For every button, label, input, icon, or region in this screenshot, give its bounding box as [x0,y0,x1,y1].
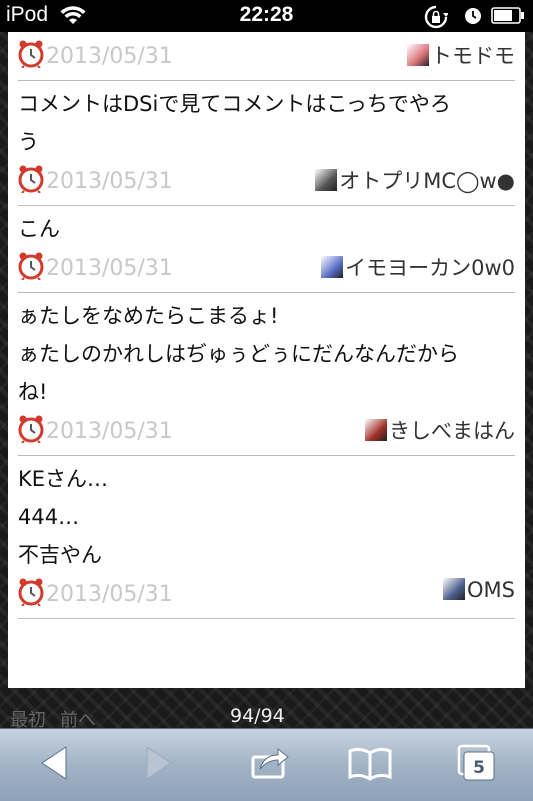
comment-author[interactable]: OMS [443,578,515,602]
comment-item: KEさん… 444… 不吉やん 2013/05/31 OMS [18,456,515,619]
comment-line: 444… [18,505,80,529]
comment-line: ぁたしのかれしはぢゅぅどぅにだんなんだから [18,342,459,366]
tabs-icon[interactable]: 5 [455,743,497,787]
browser-toolbar: 5 [0,728,533,801]
avatar [407,44,429,66]
clock-time: 22:28 [239,3,294,26]
author-name: イモヨーカン0w0 [345,256,515,280]
pagination: 最初 前へ 94/94 [0,700,533,731]
comment-line: こん [18,217,60,241]
date-text: 2013/05/31 [46,419,173,444]
rotation-lock-icon [424,5,449,33]
comment-line: ぁたしをなめたらこまるょ! [18,304,279,328]
comment-author[interactable]: イモヨーカン0w0 [321,252,515,282]
author-name: OMS [467,578,515,602]
comment-item: こん 2013/05/31 イモヨーカン0w0 [18,206,515,293]
comment-item: コメントはDSiで見てコメントはこっちでやろう 2013/05/31 オトプリMC◯… [18,81,515,206]
page-count: 94/94 [230,705,285,727]
alarm-clock-icon [18,252,44,281]
date-text: 2013/05/31 [46,256,173,281]
comment-author[interactable]: きしべまはん [365,415,515,445]
share-icon[interactable] [250,743,290,787]
comment-line: 不吉やん [18,543,102,567]
alarm-clock-icon [18,40,44,69]
alarm-clock-icon [18,578,44,607]
comment-date: 2013/05/31 [18,578,173,607]
back-icon[interactable] [38,743,68,787]
alarm-clock-icon [464,7,482,29]
comment-date: 2013/05/31 [18,40,173,69]
battery-icon [491,7,525,24]
bookmarks-icon[interactable] [348,743,392,787]
status-bar: iPod 22:28 [0,0,533,32]
alarm-clock-icon [18,415,44,444]
comment-line: ね! [18,380,48,404]
comment-author[interactable]: トモドモ [407,40,515,70]
date-text: 2013/05/31 [46,582,173,607]
comment-line: KEさん… [18,467,109,491]
comment-meta: 2013/05/31 オトプリMC◯w● [18,161,515,205]
comment-text: こん [18,206,515,248]
avatar [365,419,387,441]
comment-meta: 2013/05/31 きしべまはん [18,411,515,455]
forward-icon[interactable] [145,743,175,787]
comment-date: 2013/05/31 [18,415,173,444]
tabs-count: 5 [473,758,485,778]
avatar [321,256,344,278]
avatar [443,578,466,600]
author-name: オトプリMC◯w● [339,169,515,193]
comment-line: う [18,130,39,154]
date-text: 2013/05/31 [46,169,173,194]
comment-item: ぁたしをなめたらこまるょ! ぁたしのかれしはぢゅぅどぅにだんなんだから ね! 2013… [18,293,515,456]
comment-date: 2013/05/31 [18,252,173,281]
comment-author[interactable]: オトプリMC◯w● [315,165,515,195]
comment-line: コメントはDSiで見てコメントはこっちでやろ [18,92,451,116]
avatar [315,169,338,191]
comment-text: KEさん… 444… 不吉やん [18,456,515,574]
comment-list: 2013/05/31 トモドモ コメントはDSiで見てコメントはこっちでやろう 201… [8,32,525,688]
comment-text: コメントはDSiで見てコメントはこっちでやろう [18,81,515,161]
comment-text: ぁたしをなめたらこまるょ! ぁたしのかれしはぢゅぅどぅにだんなんだから ね! [18,293,515,411]
author-name: トモドモ [431,44,515,68]
comment-item: 2013/05/31 トモドモ [18,36,515,81]
comment-meta: 2013/05/31 OMS [18,574,515,618]
date-text: 2013/05/31 [46,44,173,69]
comment-meta: 2013/05/31 イモヨーカン0w0 [18,248,515,292]
comment-meta: 2013/05/31 トモドモ [18,36,515,80]
comment-date: 2013/05/31 [18,165,173,194]
author-name: きしべまはん [389,419,515,443]
alarm-clock-icon [18,165,44,194]
